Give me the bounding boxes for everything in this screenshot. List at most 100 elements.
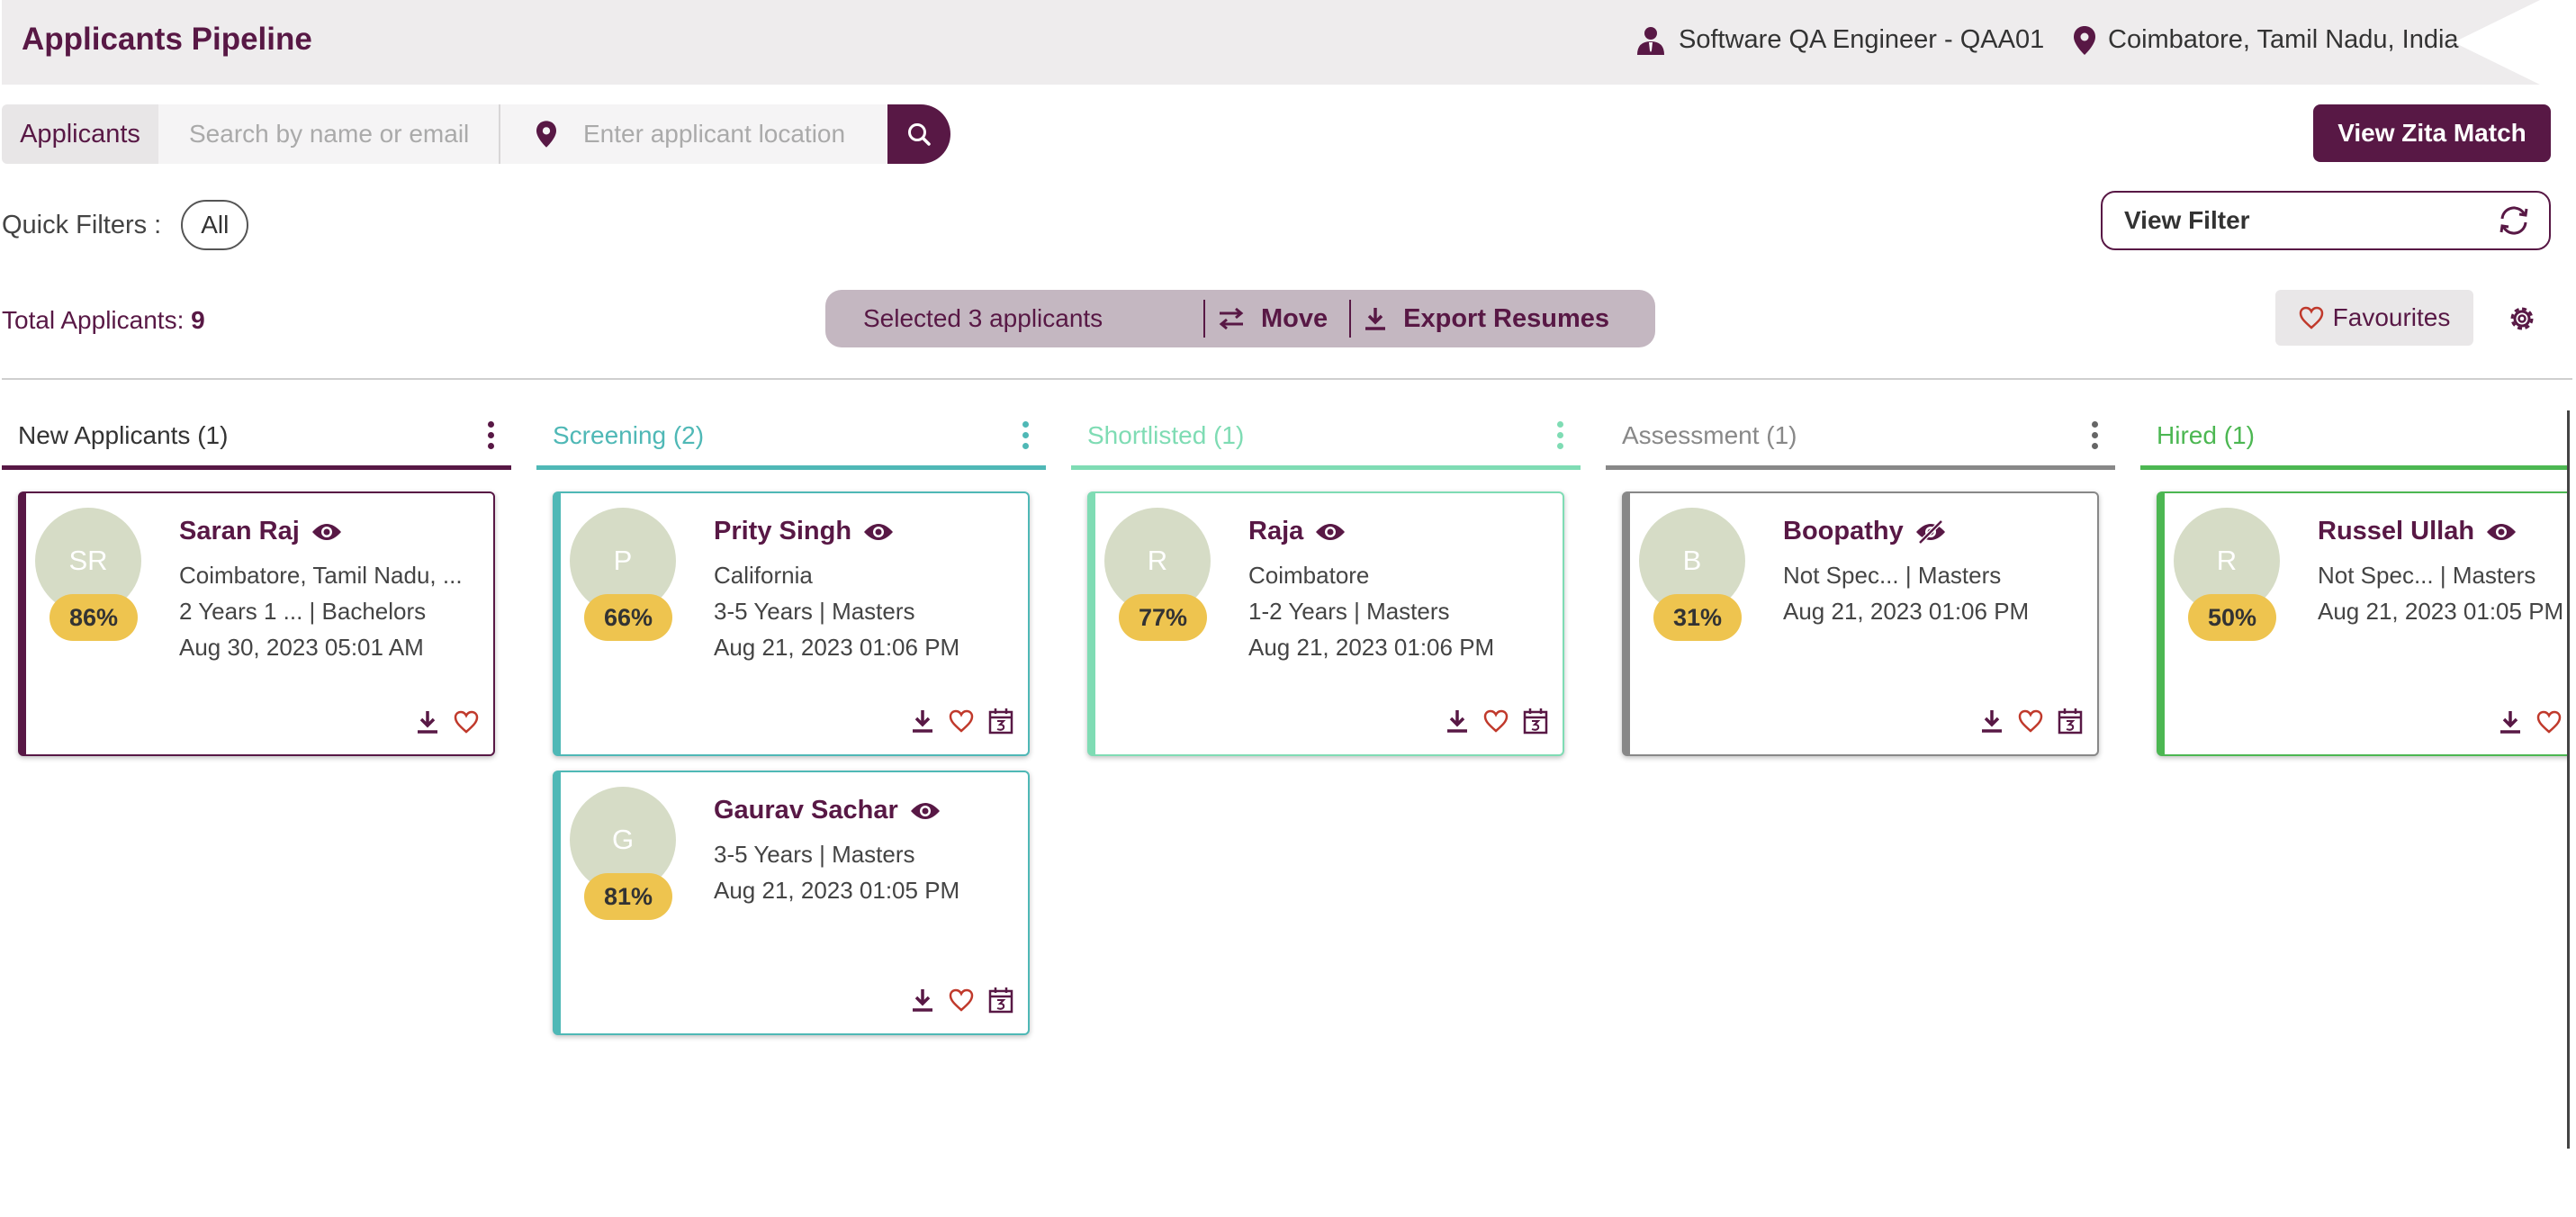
- page-header: Applicants Pipeline Software QA Engineer…: [2, 0, 2540, 85]
- calendar-icon[interactable]: [988, 708, 1013, 735]
- calendar-icon[interactable]: [988, 987, 1013, 1014]
- column-title: New Applicants (1): [18, 420, 229, 449]
- applicant-location: California: [714, 562, 813, 589]
- location-pin-icon: [2074, 25, 2095, 55]
- applicant-experience: 2 Years 1 ... | Bachelors: [179, 598, 427, 625]
- download-icon[interactable]: [1446, 708, 1469, 734]
- settings-gear-icon: [2510, 307, 2534, 330]
- column-title: Screening (2): [553, 420, 705, 449]
- applicant-card[interactable]: G 81% Gaurav Sachar 3-5 Years | Masters …: [553, 771, 1030, 1035]
- applicant-date: Aug 21, 2023 01:05 PM: [2318, 598, 2564, 625]
- column-title: Shortlisted (1): [1087, 420, 1245, 449]
- heart-icon[interactable]: [949, 709, 974, 733]
- search-location-input[interactable]: Enter applicant location: [500, 104, 887, 164]
- download-icon[interactable]: [911, 708, 934, 734]
- search-button[interactable]: [887, 104, 950, 164]
- download-icon[interactable]: [416, 709, 439, 735]
- applicant-card[interactable]: P 66% Prity Singh California 3-5 Years |…: [553, 491, 1030, 756]
- column-header: Hired (1): [2140, 405, 2567, 470]
- favourites-label: Favourites: [2332, 303, 2451, 331]
- applicant-experience: 1-2 Years | Masters: [1248, 598, 1450, 625]
- card-actions: [911, 987, 1013, 1014]
- applicant-location: Coimbatore: [1248, 562, 1370, 589]
- applicant-name[interactable]: Raja: [1248, 517, 1347, 546]
- calendar-icon[interactable]: [2058, 708, 2083, 735]
- applicant-date: Aug 21, 2023 01:05 PM: [714, 877, 960, 904]
- search-scope-label[interactable]: Applicants: [2, 104, 158, 164]
- divider: [2, 378, 2572, 380]
- download-icon: [1365, 308, 1386, 330]
- applicant-name-text: Raja: [1248, 517, 1304, 545]
- favourites-button[interactable]: Favourites: [2275, 290, 2473, 346]
- applicant-name[interactable]: Saran Raj: [179, 517, 343, 546]
- user-tie-icon: [1637, 26, 1664, 55]
- more-vertical-icon[interactable]: [1557, 421, 1564, 449]
- location-pin-icon: [536, 121, 556, 148]
- quick-filters: Quick Filters : All: [2, 200, 249, 250]
- download-icon[interactable]: [2499, 709, 2522, 735]
- search-icon: [908, 123, 931, 146]
- bulk-action-bar: Selected 3 applicants Move Export Resume…: [825, 290, 1655, 347]
- applicant-card[interactable]: SR 86% Saran Raj Coimbatore, Tamil Nadu,…: [18, 491, 495, 756]
- applicant-name[interactable]: Russel Ullah: [2318, 517, 2517, 546]
- applicant-name-text: Saran Raj: [179, 517, 300, 545]
- more-vertical-icon[interactable]: [2092, 421, 2099, 449]
- refresh-icon[interactable]: [2497, 205, 2531, 236]
- job-info: Software QA Engineer - QAA01: [1635, 25, 2044, 55]
- eye-icon[interactable]: [311, 521, 343, 543]
- calendar-icon[interactable]: [1523, 708, 1548, 735]
- more-vertical-icon[interactable]: [488, 421, 495, 449]
- column-assessment: Assessment (1): [1606, 405, 2115, 470]
- column-title: Hired (1): [2157, 420, 2255, 449]
- applicant-experience: 3-5 Years | Masters: [714, 841, 915, 868]
- match-score-badge: 50%: [2188, 594, 2276, 641]
- applicant-date: Aug 21, 2023 01:06 PM: [1248, 634, 1495, 661]
- applicant-name[interactable]: Prity Singh: [714, 517, 895, 546]
- card-actions: [1980, 708, 2083, 735]
- export-resumes-button[interactable]: Export Resumes: [1351, 304, 1631, 334]
- download-icon[interactable]: [911, 987, 934, 1013]
- view-filter-button[interactable]: View Filter: [2101, 191, 2551, 250]
- heart-icon[interactable]: [2536, 710, 2562, 734]
- view-zita-match-button[interactable]: View Zita Match: [2313, 104, 2551, 162]
- applicant-location: Coimbatore, Tamil Nadu, ...: [179, 562, 463, 589]
- heart-icon[interactable]: [949, 988, 974, 1012]
- settings-button[interactable]: [2506, 302, 2538, 335]
- view-filter-label: View Filter: [2124, 206, 2250, 234]
- applicant-card[interactable]: R 77% Raja Coimbatore 1-2 Years | Master…: [1087, 491, 1564, 756]
- column-new-applicants: New Applicants (1): [2, 405, 511, 470]
- scrollbar[interactable]: [2567, 410, 2570, 1149]
- applicant-experience: Not Spec... | Masters: [2318, 562, 2536, 589]
- match-score-badge: 77%: [1119, 594, 1207, 641]
- applicant-name[interactable]: Gaurav Sachar: [714, 796, 941, 825]
- eye-icon[interactable]: [862, 521, 895, 543]
- column-header: New Applicants (1): [2, 405, 511, 470]
- eye-icon[interactable]: [909, 800, 941, 822]
- applicant-date: Aug 30, 2023 05:01 AM: [179, 634, 424, 661]
- column-header: Shortlisted (1): [1071, 405, 1581, 470]
- applicant-name[interactable]: Boopathy: [1783, 517, 1947, 546]
- download-icon[interactable]: [1980, 708, 2004, 734]
- column-shortlisted: Shortlisted (1): [1071, 405, 1581, 470]
- column-header: Assessment (1): [1606, 405, 2115, 470]
- more-vertical-icon[interactable]: [1022, 421, 1030, 449]
- heart-icon[interactable]: [454, 710, 479, 734]
- search-name-input[interactable]: Search by name or email: [158, 104, 500, 164]
- column-title: Assessment (1): [1622, 420, 1797, 449]
- applicant-card[interactable]: R 50% Russel Ullah Not Spec... | Masters…: [2157, 491, 2567, 756]
- eye-slash-icon[interactable]: [1914, 518, 1947, 545]
- applicant-name-text: Russel Ullah: [2318, 517, 2475, 545]
- heart-icon[interactable]: [1483, 709, 1509, 733]
- eye-icon[interactable]: [1314, 521, 1347, 543]
- move-button[interactable]: Move: [1205, 304, 1349, 334]
- applicant-date: Aug 21, 2023 01:06 PM: [1783, 598, 2030, 625]
- selected-count: Selected 3 applicants: [863, 304, 1103, 332]
- match-score-badge: 31%: [1653, 594, 1742, 641]
- quick-filter-all-chip[interactable]: All: [181, 200, 249, 250]
- applicant-card[interactable]: B 31% Boopathy Not Spec... | Masters Aug…: [1622, 491, 2099, 756]
- total-applicants-label: Total Applicants:: [2, 306, 185, 334]
- move-label: Move: [1261, 303, 1329, 333]
- applicant-experience: 3-5 Years | Masters: [714, 598, 915, 625]
- eye-icon[interactable]: [2485, 521, 2517, 543]
- heart-icon[interactable]: [2018, 709, 2043, 733]
